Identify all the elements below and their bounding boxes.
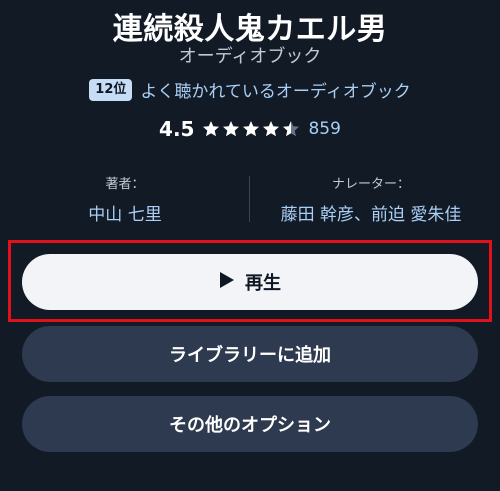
play-icon — [219, 271, 235, 294]
star-icon — [242, 120, 260, 138]
author-credit: 著者： 中山 七里 — [40, 176, 210, 225]
star-rating — [202, 120, 300, 138]
add-to-library-label: ライブラリーに追加 — [169, 345, 331, 365]
credits-divider — [249, 176, 250, 222]
more-options-label: その他のオプション — [169, 415, 331, 435]
rating-count[interactable]: 859 — [308, 119, 340, 139]
narrator-label: ナレーター： — [331, 177, 410, 192]
author-label: 著者： — [105, 177, 145, 192]
star-icon — [202, 120, 220, 138]
narrator-credit: ナレーター： 藤田 幹彦、前迫 愛朱佳 — [262, 176, 480, 225]
play-button[interactable]: 再生 — [22, 254, 478, 310]
rank-badge: 12位 — [89, 78, 133, 101]
rank-category-link[interactable]: よく聴かれているオーディオブック — [140, 77, 410, 102]
rating-value: 4.5 — [159, 117, 195, 141]
more-options-button[interactable]: その他のオプション — [22, 396, 478, 452]
rating-row[interactable]: 4.5 859 — [0, 117, 500, 141]
book-format: オーディオブック — [178, 46, 322, 67]
star-icon — [222, 120, 240, 138]
author-link[interactable]: 中山 七里 — [40, 200, 210, 225]
star-icon — [282, 120, 300, 138]
credits-section: 著者： 中山 七里 ナレーター： 藤田 幹彦、前迫 愛朱佳 — [0, 176, 500, 225]
audiobook-detail-page: 連続殺人鬼カエル男 オーディオブック 12位 よく聴かれているオーディオブック … — [0, 0, 500, 491]
add-to-library-button[interactable]: ライブラリーに追加 — [22, 326, 478, 382]
narrator-link[interactable]: 藤田 幹彦、前迫 愛朱佳 — [262, 200, 480, 225]
ranking-row[interactable]: 12位 よく聴かれているオーディオブック — [0, 77, 500, 102]
play-button-label: 再生 — [245, 273, 281, 293]
star-icon — [262, 120, 280, 138]
